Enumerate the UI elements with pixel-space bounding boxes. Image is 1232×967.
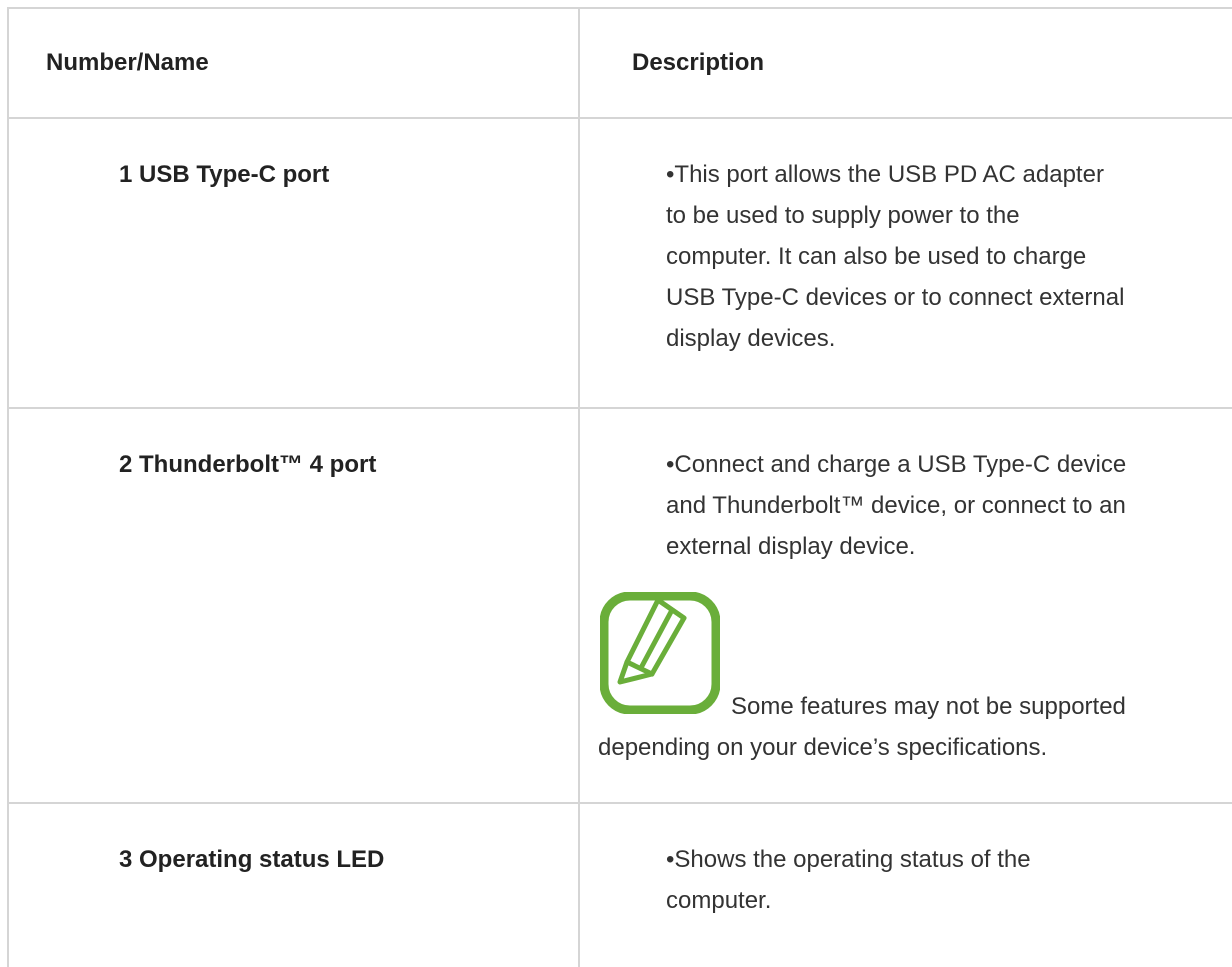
row-divider — [7, 117, 1232, 119]
description-line: •This port allows the USB PD AC adapter — [666, 161, 1104, 188]
row-divider — [7, 407, 1232, 409]
row-2-note-line-1: Some features may not be supported — [731, 693, 1126, 720]
note-pencil-icon — [600, 592, 720, 714]
description-line: USB Type-C devices or to connect externa… — [666, 284, 1125, 311]
row-3-name: 3 Operating status LED — [119, 846, 385, 873]
description-line: display devices. — [666, 325, 836, 352]
row-2-description: •Connect and charge a USB Type-C device … — [666, 444, 1126, 567]
description-line: to be used to supply power to the — [666, 202, 1020, 229]
header-number-name: Number/Name — [46, 49, 209, 76]
description-line: •Shows the operating status of the — [666, 846, 1031, 873]
row-2-name: 2 Thunderbolt™ 4 port — [119, 451, 377, 478]
description-line: •Connect and charge a USB Type-C device — [666, 451, 1127, 478]
row-3-description: •Shows the operating status of the compu… — [666, 839, 1031, 921]
description-line: computer. It can also be used to charge — [666, 243, 1087, 270]
header-description: Description — [632, 49, 765, 76]
row-2-note-line-2: depending on your device’s specification… — [598, 734, 1048, 761]
row-1-name: 1 USB Type-C port — [119, 161, 330, 188]
description-line: computer. — [666, 887, 772, 914]
description-line: external display device. — [666, 533, 916, 560]
column-divider — [578, 7, 580, 967]
row-divider — [7, 802, 1232, 804]
row-1-description: •This port allows the USB PD AC adapter … — [666, 154, 1124, 359]
description-line: and Thunderbolt™ device, or connect to a… — [666, 492, 1126, 519]
